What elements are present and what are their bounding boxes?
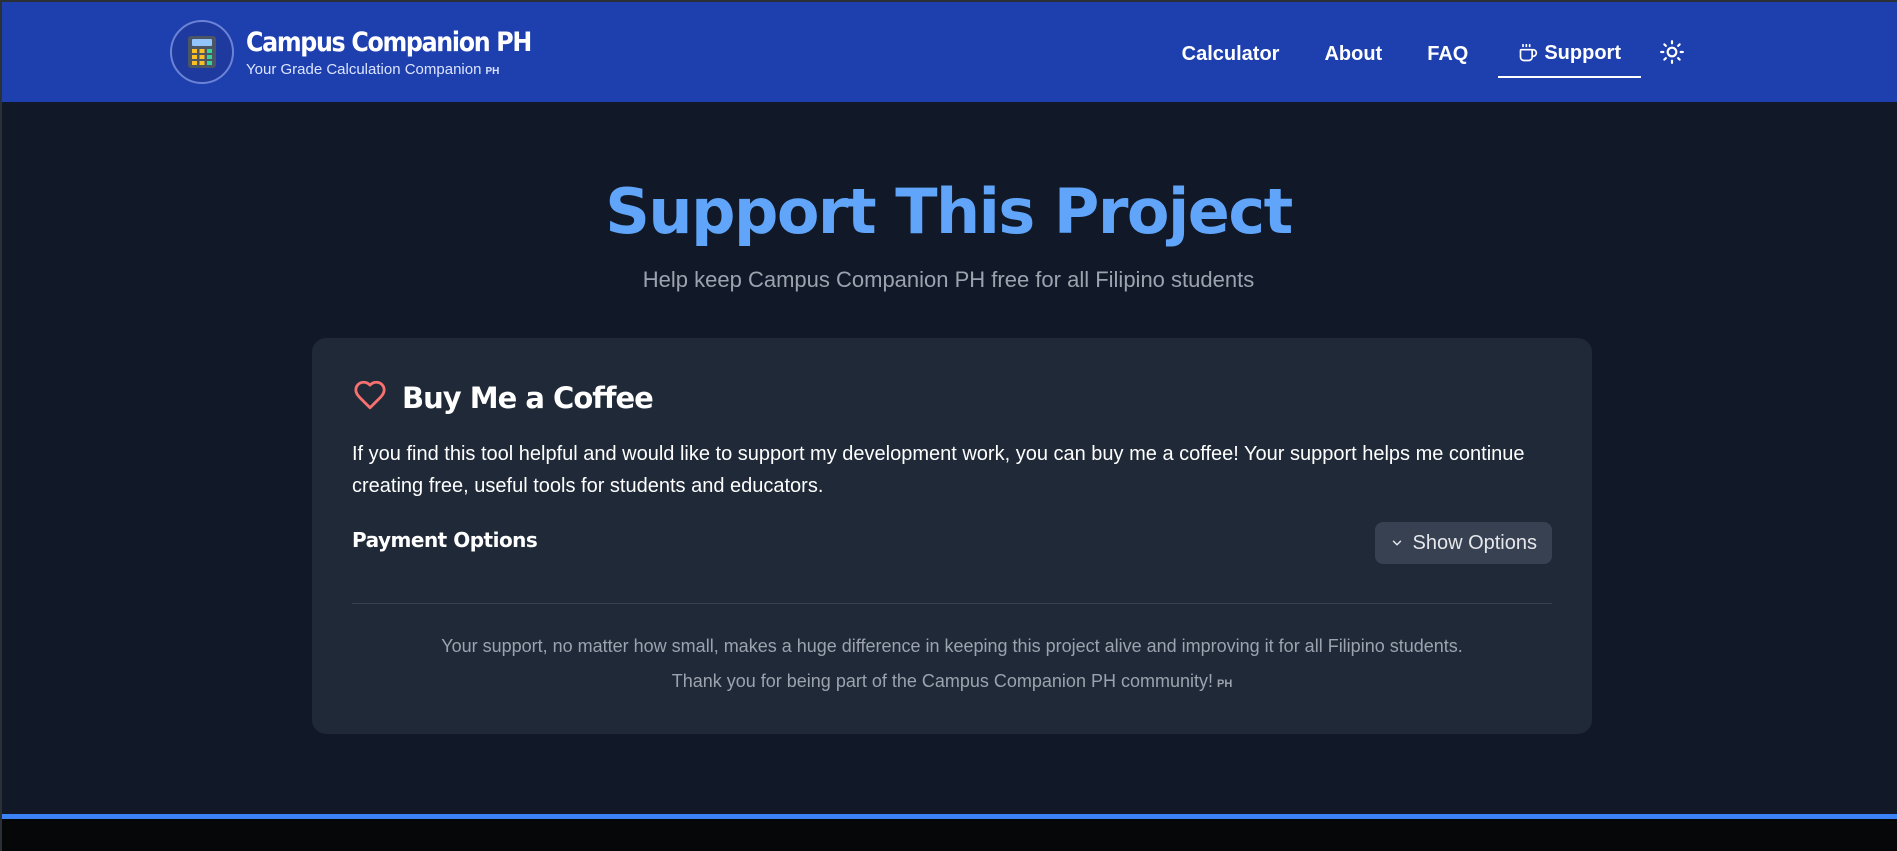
brand-subtitle-text: Your Grade Calculation Companion: [246, 60, 482, 78]
nav-faq[interactable]: FAQ: [1427, 30, 1468, 78]
support-note: Your support, no matter how small, makes…: [441, 636, 1463, 656]
support-card: Buy Me a Coffee If you find this tool he…: [312, 338, 1592, 734]
flag-label: PH: [485, 65, 500, 77]
nav-calculator[interactable]: Calculator: [1182, 30, 1280, 78]
coffee-cup-icon: [1518, 43, 1538, 63]
divider: [352, 603, 1552, 604]
page-title: Support This Project: [605, 175, 1293, 248]
thank-you-note: Thank you for being part of the Campus C…: [312, 671, 1592, 692]
main-nav: Calculator About FAQ Support: [1137, 30, 1687, 78]
nav-support-label: Support: [1544, 42, 1621, 64]
heart-icon: [352, 378, 388, 417]
page-subtitle: Help keep Campus Companion PH free for a…: [642, 267, 1255, 292]
brand-title: Campus Companion PH: [246, 26, 532, 58]
brand-subtitle: Your Grade Calculation Companion PH: [246, 61, 570, 78]
payment-options-label: Payment Options: [352, 528, 538, 552]
show-options-label: Show Options: [1412, 531, 1537, 554]
flag-label: PH: [1216, 678, 1233, 690]
show-options-button[interactable]: Show Options: [1375, 522, 1552, 564]
nav-support[interactable]: Support: [1498, 30, 1641, 78]
chevron-down-icon: [1390, 536, 1404, 550]
footer: [0, 819, 1897, 851]
brand[interactable]: Campus Companion PH Your Grade Calculati…: [170, 20, 570, 84]
sun-icon: [1659, 39, 1685, 70]
top-header: Campus Companion PH Your Grade Calculati…: [0, 0, 1897, 102]
card-title: Buy Me a Coffee: [402, 380, 654, 415]
card-description: If you find this tool helpful and would …: [352, 443, 1525, 497]
thank-you-text: Thank you for being part of the Campus C…: [671, 671, 1213, 691]
nav-about[interactable]: About: [1324, 30, 1382, 78]
theme-toggle-button[interactable]: [1657, 39, 1687, 69]
calculator-icon: [170, 20, 234, 84]
